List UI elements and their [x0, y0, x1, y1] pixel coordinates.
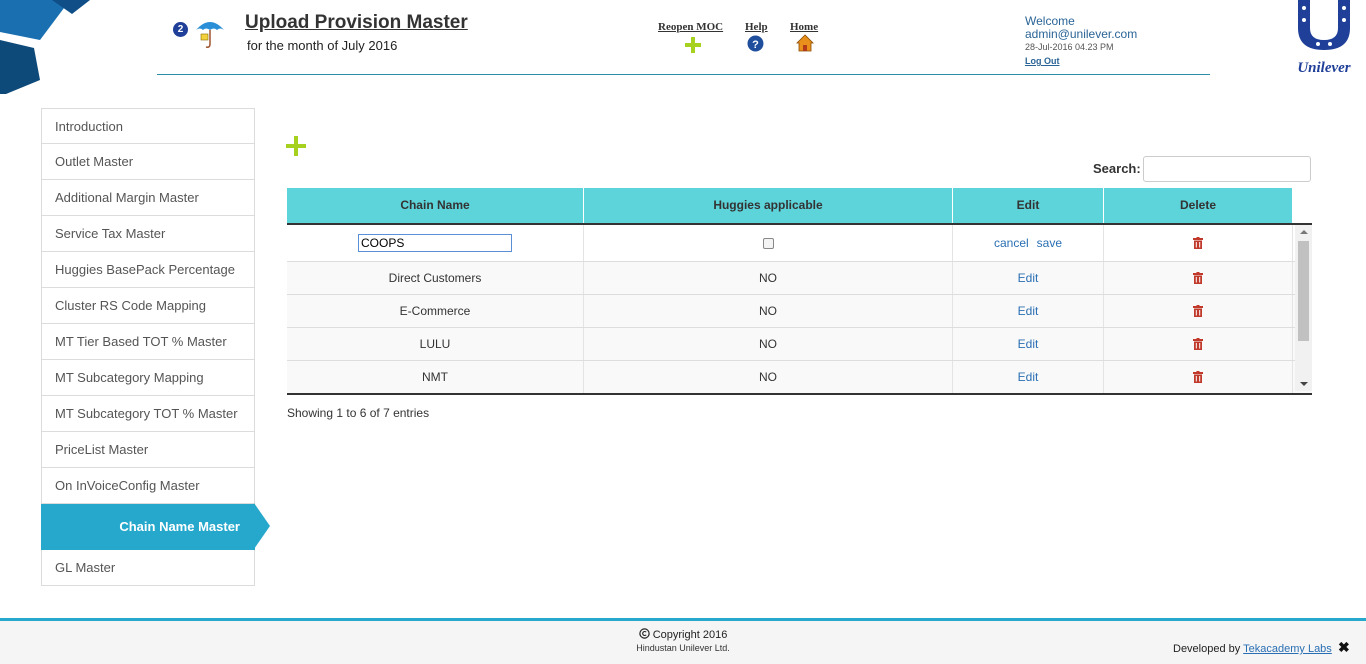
sidebar-item-on-invoiceconfig-master[interactable]: On InVoiceConfig Master	[41, 468, 255, 504]
column-header-edit[interactable]: Edit	[953, 188, 1104, 223]
table-scrollbar[interactable]	[1295, 225, 1312, 391]
search-label: Search:	[1093, 161, 1141, 176]
table-body: cancel save Direct Customers NO Edit E-C…	[287, 225, 1312, 395]
sidebar-item-chain-name-master[interactable]: Chain Name Master	[41, 503, 270, 550]
edit-link[interactable]: Edit	[1018, 271, 1039, 285]
edit-cell: Edit	[953, 295, 1104, 327]
edit-cell: Edit	[953, 328, 1104, 360]
home-icon[interactable]	[796, 34, 814, 52]
help-icon[interactable]: ?	[747, 35, 764, 52]
huggies-cell: NO	[584, 295, 953, 327]
chain-name-table: Chain Name Huggies applicable Edit Delet…	[287, 188, 1312, 395]
trash-icon[interactable]	[1193, 272, 1203, 284]
notification-badge[interactable]: 2	[173, 22, 188, 37]
header-divider	[157, 74, 1210, 75]
copyright-icon	[638, 628, 650, 639]
table-info: Showing 1 to 6 of 7 entries	[287, 406, 430, 420]
edit-link[interactable]: Edit	[1018, 304, 1039, 318]
developed-by: Developed by Tekacademy Labs	[1173, 643, 1332, 655]
scroll-up-arrow-icon[interactable]	[1300, 230, 1308, 234]
edit-cell: cancel save	[953, 225, 1104, 261]
login-datetime: 28-Jul-2016 04.23 PM	[1025, 42, 1114, 52]
chain-name-cell	[287, 225, 584, 261]
help-link[interactable]: Help	[745, 21, 768, 33]
footer: Copyright 2016 Hindustan Unilever Ltd. D…	[0, 618, 1366, 664]
user-email: admin@unilever.com	[1025, 27, 1138, 41]
sidebar-item-gl-master[interactable]: GL Master	[41, 550, 255, 586]
home-link[interactable]: Home	[790, 21, 818, 33]
umbrella-icon	[196, 22, 224, 48]
page-title: Upload Provision Master	[245, 12, 468, 33]
huggies-cell: NO	[584, 361, 953, 393]
edit-link[interactable]: Edit	[1018, 370, 1039, 384]
edit-link[interactable]: Edit	[1018, 337, 1039, 351]
trash-icon[interactable]	[1193, 371, 1203, 383]
developed-by-label: Developed by	[1173, 643, 1241, 655]
column-header-chain-name[interactable]: Chain Name	[287, 188, 584, 223]
sidebar-item-service-tax-master[interactable]: Service Tax Master	[41, 216, 255, 252]
header-scroll-spacer	[1293, 188, 1312, 223]
sidebar-item-additional-margin-master[interactable]: Additional Margin Master	[41, 180, 255, 216]
welcome-label: Welcome	[1025, 14, 1075, 28]
logout-link[interactable]: Log Out	[1025, 56, 1060, 66]
table-row: NMT NO Edit	[287, 361, 1312, 393]
chain-name-cell: NMT	[287, 361, 584, 393]
sidebar: Introduction Outlet Master Additional Ma…	[41, 108, 270, 586]
trash-icon[interactable]	[1193, 237, 1203, 249]
trash-icon[interactable]	[1193, 305, 1203, 317]
header: 2 Upload Provision Master for the month …	[0, 0, 1366, 100]
table-row-editing: cancel save	[287, 225, 1312, 262]
scrollbar-thumb[interactable]	[1298, 241, 1309, 341]
copyright: Copyright 2016	[0, 628, 1366, 641]
huggies-applicable-checkbox[interactable]	[762, 237, 774, 249]
company-name: Hindustan Unilever Ltd.	[636, 643, 730, 653]
copyright-text: Copyright 2016	[652, 629, 728, 641]
column-header-huggies-applicable[interactable]: Huggies applicable	[584, 188, 953, 223]
sidebar-item-mt-subcategory-tot-master[interactable]: MT Subcategory TOT % Master	[41, 396, 255, 432]
developer-link[interactable]: Tekacademy Labs	[1243, 643, 1332, 655]
column-header-delete[interactable]: Delete	[1104, 188, 1293, 223]
table-row: E-Commerce NO Edit	[287, 295, 1312, 328]
sidebar-item-introduction[interactable]: Introduction	[41, 108, 255, 144]
chain-name-cell: LULU	[287, 328, 584, 360]
sidebar-item-mt-tier-based-tot-master[interactable]: MT Tier Based TOT % Master	[41, 324, 255, 360]
sidebar-item-cluster-rs-code-mapping[interactable]: Cluster RS Code Mapping	[41, 288, 255, 324]
huggies-cell: NO	[584, 328, 953, 360]
chain-name-input[interactable]	[358, 234, 512, 252]
delete-cell	[1104, 262, 1293, 294]
add-row-button[interactable]	[286, 136, 306, 156]
search-input[interactable]	[1143, 156, 1311, 182]
table-row: LULU NO Edit	[287, 328, 1312, 361]
chain-name-cell: Direct Customers	[287, 262, 584, 294]
svg-text:?: ?	[752, 39, 759, 51]
sidebar-item-pricelist-master[interactable]: PriceList Master	[41, 432, 255, 468]
unilever-logo: Unilever	[1297, 0, 1351, 76]
logo-text: Unilever	[1297, 60, 1350, 76]
trash-icon[interactable]	[1193, 338, 1203, 350]
table-header: Chain Name Huggies applicable Edit Delet…	[287, 188, 1312, 225]
delete-cell	[1104, 361, 1293, 393]
scroll-down-arrow-icon[interactable]	[1300, 382, 1308, 386]
delete-cell	[1104, 328, 1293, 360]
plus-icon[interactable]	[684, 36, 702, 54]
reopen-moc-link[interactable]: Reopen MOC	[658, 21, 723, 33]
page-subtitle: for the month of July 2016	[247, 38, 398, 53]
huggies-cell	[584, 225, 953, 261]
edit-cell: Edit	[953, 361, 1104, 393]
sidebar-item-huggies-basepack-percentage[interactable]: Huggies BasePack Percentage	[41, 252, 255, 288]
cancel-link[interactable]: cancel	[994, 236, 1029, 250]
edit-cell: Edit	[953, 262, 1104, 294]
chain-name-cell: E-Commerce	[287, 295, 584, 327]
save-link[interactable]: save	[1037, 236, 1062, 250]
sidebar-item-outlet-master[interactable]: Outlet Master	[41, 144, 255, 180]
table-row: Direct Customers NO Edit	[287, 262, 1312, 295]
sidebar-item-mt-subcategory-mapping[interactable]: MT Subcategory Mapping	[41, 360, 255, 396]
huggies-cell: NO	[584, 262, 953, 294]
close-icon[interactable]: ✖	[1338, 639, 1350, 656]
delete-cell	[1104, 295, 1293, 327]
delete-cell	[1104, 225, 1293, 261]
